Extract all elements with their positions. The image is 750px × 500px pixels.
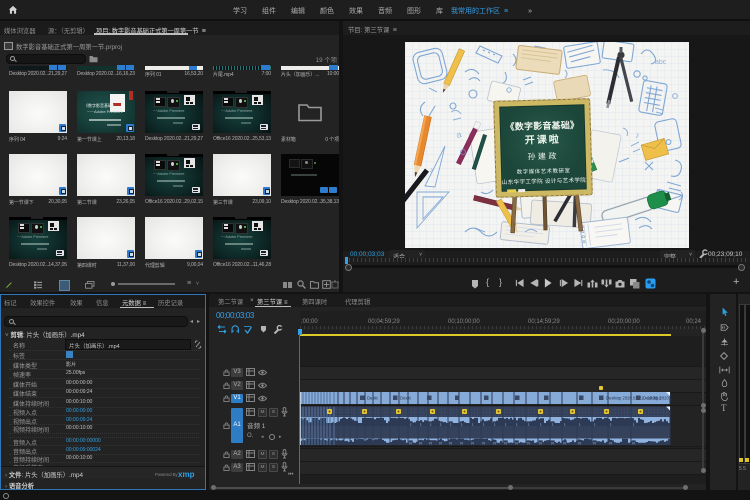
svg-text:L: L [610, 422, 612, 426]
svg-text:L: L [552, 422, 554, 426]
svg-text:R: R [439, 441, 442, 445]
svg-text:R: R [429, 441, 432, 445]
svg-text:L: L [472, 422, 474, 426]
svg-text:L: L [420, 422, 422, 426]
svg-text:Deskt: Deskt [367, 396, 379, 401]
svg-text:L: L [430, 422, 432, 426]
svg-text:♪: ♪ [635, 130, 640, 140]
svg-text:R: R [471, 441, 474, 445]
svg-text:L: L [528, 422, 530, 426]
svg-text:R: R [409, 441, 412, 445]
svg-text:R: R [609, 441, 612, 445]
svg-text:R: R [527, 441, 530, 445]
svg-text:L: L [505, 422, 507, 426]
svg-text:L: L [540, 422, 542, 426]
svg-text:R: R [460, 441, 463, 445]
svg-text:《数字影音基础》: 《数字影音基础》 [505, 119, 579, 132]
svg-text:L: L [440, 422, 442, 426]
svg-text:R: R [419, 441, 422, 445]
svg-text:L: L [564, 422, 566, 426]
svg-text:L: L [461, 422, 463, 426]
svg-text:R: R [563, 441, 566, 445]
svg-text:L: L [450, 422, 452, 426]
svg-text:R: R [593, 441, 596, 445]
svg-text:L: L [594, 422, 596, 426]
svg-text:L: L [579, 422, 581, 426]
svg-text:开课啦: 开课啦 [525, 133, 561, 147]
svg-text:L: L [483, 422, 485, 426]
svg-text:R: R [578, 441, 581, 445]
svg-text:R: R [493, 441, 496, 445]
svg-text:L: L [494, 422, 496, 426]
svg-text:R: R [551, 441, 554, 445]
svg-text:R: R [632, 441, 635, 445]
svg-text:R: R [539, 441, 542, 445]
svg-text:R: R [515, 441, 518, 445]
svg-text:abc: abc [655, 59, 667, 66]
svg-text:R: R [482, 441, 485, 445]
svg-text:L: L [410, 422, 412, 426]
svg-text:Desktop 2020.0: Desktop 2020.0 [643, 396, 672, 401]
svg-text:R: R [504, 441, 507, 445]
svg-text:L: L [516, 422, 518, 426]
svg-text:L: L [633, 422, 635, 426]
svg-text:孙建政: 孙建政 [527, 151, 559, 162]
svg-text:R: R [449, 441, 452, 445]
svg-text:Deskt: Deskt [400, 396, 412, 401]
